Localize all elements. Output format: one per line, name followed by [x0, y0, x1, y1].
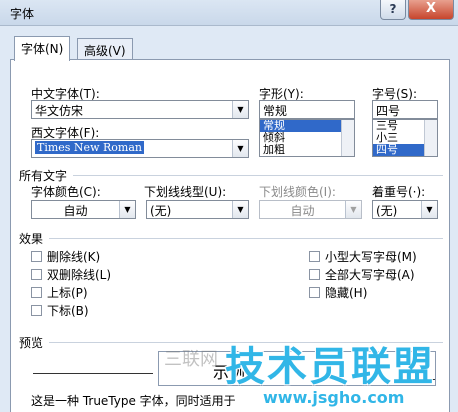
effects-group-title: 效果	[19, 232, 44, 246]
tab-font[interactable]: 字体(N)	[14, 36, 71, 61]
chevron-down-icon[interactable]: ▼	[119, 201, 135, 218]
style-input[interactable]: 常规	[259, 100, 355, 119]
preview-rule	[33, 373, 153, 374]
chevron-down-icon: ▼	[345, 201, 361, 218]
emphasis-combo[interactable]: (无) ▼	[372, 200, 438, 219]
chinese-font-combo[interactable]: 华文仿宋 ▼	[31, 100, 249, 119]
western-font-value: Times New Roman	[35, 141, 144, 154]
small-caps-checkbox[interactable]: 小型大写字母(M)	[309, 248, 417, 265]
style-option[interactable]: 加粗	[260, 144, 354, 156]
chinese-font-value: 华文仿宋	[35, 104, 84, 118]
emphasis-label: 着重号(·):	[372, 185, 426, 199]
font-color-value: 自动	[63, 204, 88, 218]
hidden-checkbox[interactable]: 隐藏(H)	[309, 284, 367, 301]
style-value: 常规	[263, 104, 288, 118]
all-caps-label: 全部大写字母(A)	[325, 268, 415, 282]
style-scrollbar[interactable]	[341, 120, 354, 156]
subscript-checkbox[interactable]: 下标(B)	[31, 302, 89, 319]
size-scrollbar[interactable]	[424, 120, 437, 156]
watermark-url: www.jsgho.com	[263, 388, 405, 407]
checkbox-box[interactable]	[31, 269, 42, 280]
chevron-down-icon[interactable]: ▼	[232, 101, 248, 118]
size-list[interactable]: 三号 小三 四号	[372, 119, 438, 157]
emphasis-value: (无)	[376, 204, 398, 218]
chevron-down-icon[interactable]: ▼	[421, 201, 437, 218]
underline-color-combo: 自动 ▼	[259, 200, 362, 219]
checkbox-box[interactable]	[309, 251, 320, 262]
style-list[interactable]: 常规 倾斜 加粗	[259, 119, 355, 157]
subscript-label: 下标(B)	[47, 304, 89, 318]
strikethrough-label: 删除线(K)	[47, 250, 101, 264]
checkbox-box[interactable]	[31, 251, 42, 262]
checkbox-box[interactable]	[309, 269, 320, 280]
underline-color-label: 下划线颜色(I):	[259, 185, 336, 199]
underline-type-value: (无)	[150, 204, 172, 218]
underline-type-label: 下划线线型(U):	[144, 185, 227, 199]
underline-type-combo[interactable]: (无) ▼	[146, 200, 249, 219]
tab-advanced[interactable]: 高级(V)	[77, 38, 133, 60]
all-text-group-title: 所有文字	[19, 169, 68, 183]
watermark-logo: 技术员联盟	[225, 344, 435, 390]
strikethrough-checkbox[interactable]: 删除线(K)	[31, 248, 100, 265]
help-button[interactable]: ?	[380, 0, 406, 20]
western-font-combo[interactable]: Times New Roman ▼	[31, 139, 249, 158]
all-caps-checkbox[interactable]: 全部大写字母(A)	[309, 266, 415, 283]
title-bar: 字体 ? X	[0, 0, 458, 26]
underline-color-value: 自动	[290, 204, 315, 218]
size-value: 四号	[376, 104, 401, 118]
small-caps-label: 小型大写字母(M)	[325, 250, 417, 264]
close-button[interactable]: X	[408, 0, 454, 20]
superscript-checkbox[interactable]: 上标(P)	[31, 284, 88, 301]
chevron-down-icon[interactable]: ▼	[232, 140, 248, 157]
hidden-label: 隐藏(H)	[325, 286, 368, 300]
group-divider	[73, 175, 443, 176]
size-input[interactable]: 四号	[372, 100, 438, 119]
chevron-down-icon[interactable]: ▼	[232, 201, 248, 218]
font-color-combo[interactable]: 自动 ▼	[31, 200, 136, 219]
double-strikethrough-label: 双删除线(L)	[47, 268, 112, 282]
preview-group-title: 预览	[19, 336, 44, 350]
checkbox-box[interactable]	[31, 305, 42, 316]
preview-note: 这是一种 TrueType 字体，同时适用于	[31, 394, 236, 408]
double-strikethrough-checkbox[interactable]: 双删除线(L)	[31, 266, 111, 283]
checkbox-box[interactable]	[309, 287, 320, 298]
watermark-text: 三联网	[164, 349, 218, 370]
font-color-label: 字体颜色(C):	[31, 185, 101, 199]
checkbox-box[interactable]	[31, 287, 42, 298]
group-divider	[49, 238, 443, 239]
window-title: 字体	[10, 7, 35, 21]
superscript-label: 上标(P)	[47, 286, 88, 300]
